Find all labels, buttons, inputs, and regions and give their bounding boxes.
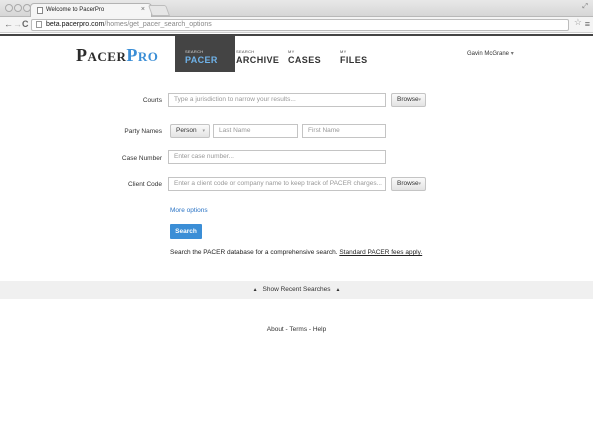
- chevron-down-icon: ▾: [510, 51, 514, 57]
- case-number-label: Case Number: [121, 155, 162, 162]
- last-name-input[interactable]: Last Name: [213, 124, 298, 138]
- nav-my-cases[interactable]: MY CASES: [278, 36, 338, 72]
- reload-icon[interactable]: C: [22, 19, 29, 30]
- triangle-up-icon: ▲: [335, 287, 341, 293]
- tab-close-icon[interactable]: ×: [141, 6, 145, 13]
- browse-label: Browse: [397, 180, 419, 187]
- fullscreen-icon[interactable]: ⤢: [582, 3, 588, 11]
- case-number-input[interactable]: Enter case number...: [168, 150, 386, 164]
- browser-tab[interactable]: Welcome to PacerPro ×: [30, 3, 152, 17]
- recent-searches-label: Show Recent Searches: [262, 286, 331, 293]
- new-tab-button[interactable]: [147, 5, 171, 16]
- logo-pro: Pro: [126, 45, 159, 65]
- party-type-value: Person: [176, 127, 197, 134]
- party-type-select[interactable]: Person ▾: [170, 124, 210, 138]
- more-options-link[interactable]: More options: [170, 207, 208, 214]
- nav-small-label: MY: [340, 49, 347, 54]
- nav-my-files[interactable]: MY FILES: [330, 36, 390, 72]
- back-arrow-icon[interactable]: ←: [4, 19, 13, 30]
- url-path: /homes/get_pacer_search_options: [104, 21, 212, 28]
- browse-label: Browse: [397, 96, 419, 103]
- tab-title: Welcome to PacerPro: [46, 7, 105, 13]
- chevron-down-icon: ▾: [202, 128, 205, 134]
- search-note: Search the PACER database for a comprehe…: [170, 249, 422, 256]
- first-name-input[interactable]: First Name: [302, 124, 386, 138]
- browser-menu-icon[interactable]: ≡: [585, 19, 590, 30]
- courts-input[interactable]: Type a jurisdiction to narrow your resul…: [168, 93, 386, 107]
- url-text: beta.pacerpro.com/homes/get_pacer_search…: [46, 20, 212, 30]
- client-code-label: Client Code: [128, 181, 162, 188]
- logo-pacer: Pacer: [76, 45, 127, 65]
- site-header: PacerPro SEARCH PACER SEARCH ARCHIVE MY …: [0, 34, 593, 72]
- triangle-up-icon: ▲: [252, 287, 258, 293]
- address-bar[interactable]: beta.pacerpro.com/homes/get_pacer_search…: [31, 19, 569, 31]
- client-code-input[interactable]: Enter a client code or company name to k…: [168, 177, 386, 191]
- page-icon: [36, 21, 42, 28]
- pacer-fees-link[interactable]: Standard PACER fees apply.: [339, 249, 422, 256]
- footer-links[interactable]: About - Terms - Help: [0, 326, 593, 333]
- show-recent-searches-bar[interactable]: ▲ Show Recent Searches ▲: [0, 281, 593, 299]
- browser-tab-strip: Welcome to PacerPro × ⤢: [0, 0, 593, 17]
- pacerpro-logo[interactable]: PacerPro: [76, 45, 158, 66]
- close-window-button[interactable]: [5, 4, 13, 12]
- bookmark-star-icon[interactable]: ☆: [574, 17, 582, 28]
- address-toolbar: ← → C beta.pacerpro.com/homes/get_pacer_…: [0, 17, 593, 33]
- user-name: Gavin McGrane: [467, 51, 510, 57]
- chevron-down-icon: ▾: [418, 97, 421, 103]
- nav-search-archive[interactable]: SEARCH ARCHIVE: [226, 36, 286, 72]
- forward-arrow-icon[interactable]: →: [13, 19, 22, 30]
- client-code-browse-button[interactable]: Browse ▾: [391, 177, 426, 191]
- search-button[interactable]: Search: [170, 224, 202, 239]
- courts-browse-button[interactable]: Browse ▾: [391, 93, 426, 107]
- nav-big-label: FILES: [340, 55, 368, 65]
- courts-label: Courts: [142, 97, 162, 104]
- user-menu[interactable]: Gavin McGrane ▾: [467, 50, 514, 57]
- document-icon: [37, 7, 43, 14]
- search-note-text: Search the PACER database for a comprehe…: [170, 249, 340, 256]
- party-names-label: Party Names: [124, 128, 162, 135]
- minimize-window-button[interactable]: [14, 4, 22, 12]
- chevron-down-icon: ▾: [418, 181, 421, 187]
- url-host: beta.pacerpro.com: [46, 21, 105, 28]
